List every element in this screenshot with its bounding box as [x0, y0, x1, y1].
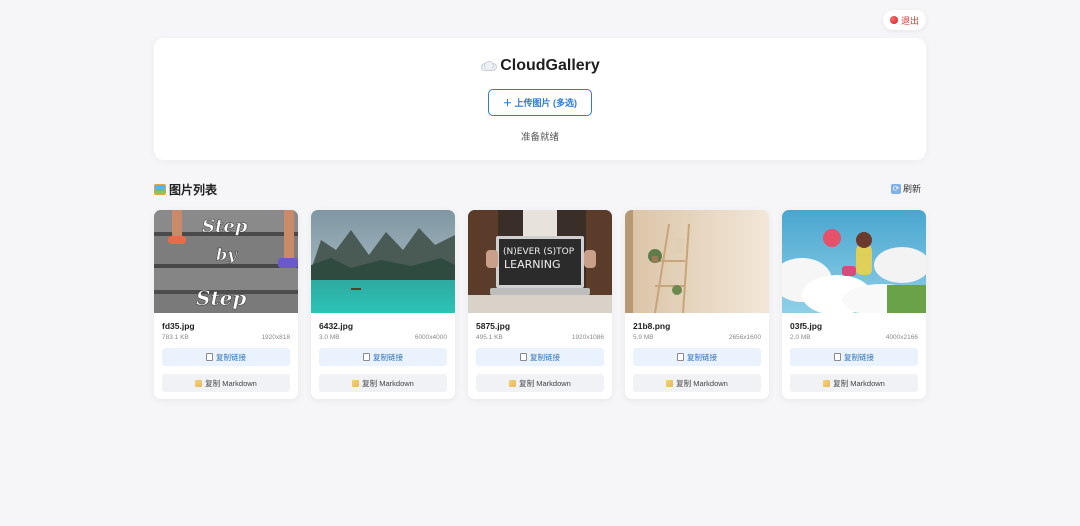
logout-label: 退出 — [901, 15, 920, 26]
image-filename: 03f5.jpg — [790, 321, 823, 331]
copy-link-button[interactable]: 复制链接 — [162, 348, 290, 366]
image-dimensions: 6000x4000 — [414, 334, 447, 341]
refresh-label: 刷新 — [903, 184, 922, 194]
image-size: 495.1 KB — [476, 334, 503, 341]
copy-markdown-button[interactable]: 复制 Markdown — [319, 374, 447, 392]
image-filename: 6432.jpg — [319, 321, 354, 331]
copy-markdown-label: 复制 Markdown — [519, 378, 571, 388]
image-card: 03f5.jpg 2.0 MB 4000x2166 复制链接 复制 Markdo… — [782, 210, 926, 399]
thumb-text-step2: Step — [196, 286, 246, 310]
thumb-text-step1: Step — [202, 216, 248, 237]
framed-picture-icon — [154, 184, 166, 195]
clipboard-icon — [520, 353, 527, 361]
copy-link-label: 复制链接 — [844, 352, 874, 362]
upload-panel: CloudGallery ＋ 上传图片 (多选) 准备就绪 — [154, 38, 926, 160]
copy-link-label: 复制链接 — [373, 352, 403, 362]
image-dimensions: 4000x2166 — [885, 334, 918, 341]
copy-link-button[interactable]: 复制链接 — [319, 348, 447, 366]
copy-link-button[interactable]: 复制链接 — [790, 348, 918, 366]
copy-markdown-label: 复制 Markdown — [676, 378, 728, 388]
thumb-text-never-stop: (N)EVER (S)TOP — [503, 247, 575, 257]
clipboard-icon — [677, 353, 684, 361]
image-card: 21b8.png 5.9 MB 2656x1600 复制链接 复制 Markdo… — [625, 210, 769, 399]
clipboard-icon — [206, 353, 213, 361]
copy-markdown-button[interactable]: 复制 Markdown — [162, 374, 290, 392]
upload-images-button[interactable]: ＋ 上传图片 (多选) — [488, 89, 592, 116]
image-card: (N)EVER (S)TOP LEARNING 5875.jpg 495.1 K… — [468, 210, 612, 399]
image-thumbnail[interactable]: (N)EVER (S)TOP LEARNING — [468, 210, 612, 313]
section-title: 图片列表 — [154, 181, 217, 198]
app-title: CloudGallery — [154, 57, 926, 75]
image-filename: 21b8.png — [633, 321, 671, 331]
memo-icon — [195, 379, 203, 387]
thumb-text-learning: LEARNING — [504, 258, 560, 271]
copy-markdown-button[interactable]: 复制 Markdown — [790, 374, 918, 392]
image-filename: fd35.jpg — [162, 321, 195, 331]
clipboard-icon — [834, 353, 841, 361]
image-card: Step by Step fd35.jpg 783.1 KB 1920x818 … — [154, 210, 298, 399]
refresh-button[interactable]: ⟳ 刷新 — [891, 182, 921, 195]
image-dimensions: 1920x818 — [261, 334, 290, 341]
copy-link-button[interactable]: 复制链接 — [476, 348, 604, 366]
copy-link-button[interactable]: 复制链接 — [633, 348, 761, 366]
image-size: 3.0 MB — [319, 334, 340, 341]
status-text: 准备就绪 — [520, 132, 559, 143]
memo-icon — [666, 379, 674, 387]
image-size: 783.1 KB — [162, 334, 189, 341]
memo-icon — [823, 379, 831, 387]
image-thumbnail[interactable] — [782, 210, 926, 313]
clipboard-icon — [363, 353, 370, 361]
copy-link-label: 复制链接 — [216, 352, 246, 362]
logout-button[interactable]: 退出 — [883, 10, 927, 30]
image-size: 5.9 MB — [633, 334, 654, 341]
image-size: 2.0 MB — [790, 334, 811, 341]
image-meta: 783.1 KB 1920x818 — [162, 334, 290, 341]
image-filename: 5875.jpg — [476, 321, 511, 331]
thumb-text-by: by — [216, 245, 238, 264]
image-dimensions: 1920x1086 — [571, 334, 604, 341]
copy-markdown-label: 复制 Markdown — [362, 378, 414, 388]
image-thumbnail[interactable]: Step by Step — [154, 210, 298, 313]
cloud-icon — [480, 61, 498, 71]
image-meta: 2.0 MB 4000x2166 — [790, 334, 918, 341]
refresh-icon: ⟳ — [891, 183, 901, 194]
image-thumbnail[interactable] — [311, 210, 455, 313]
copy-markdown-button[interactable]: 复制 Markdown — [476, 374, 604, 392]
copy-markdown-button[interactable]: 复制 Markdown — [633, 374, 761, 392]
red-circle-icon — [890, 16, 898, 24]
memo-icon — [352, 379, 360, 387]
image-meta: 495.1 KB 1920x1086 — [476, 334, 604, 341]
copy-markdown-label: 复制 Markdown — [205, 378, 257, 388]
image-thumbnail[interactable] — [625, 210, 769, 313]
section-title-text: 图片列表 — [169, 183, 218, 197]
memo-icon — [509, 379, 517, 387]
copy-markdown-label: 复制 Markdown — [833, 378, 885, 388]
image-dimensions: 2656x1600 — [728, 334, 761, 341]
image-meta: 3.0 MB 6000x4000 — [319, 334, 447, 341]
copy-link-label: 复制链接 — [530, 352, 560, 362]
image-meta: 5.9 MB 2656x1600 — [633, 334, 761, 341]
image-card: 6432.jpg 3.0 MB 6000x4000 复制链接 复制 Markdo… — [311, 210, 455, 399]
copy-link-label: 复制链接 — [687, 352, 717, 362]
app-title-text: CloudGallery — [500, 57, 600, 74]
